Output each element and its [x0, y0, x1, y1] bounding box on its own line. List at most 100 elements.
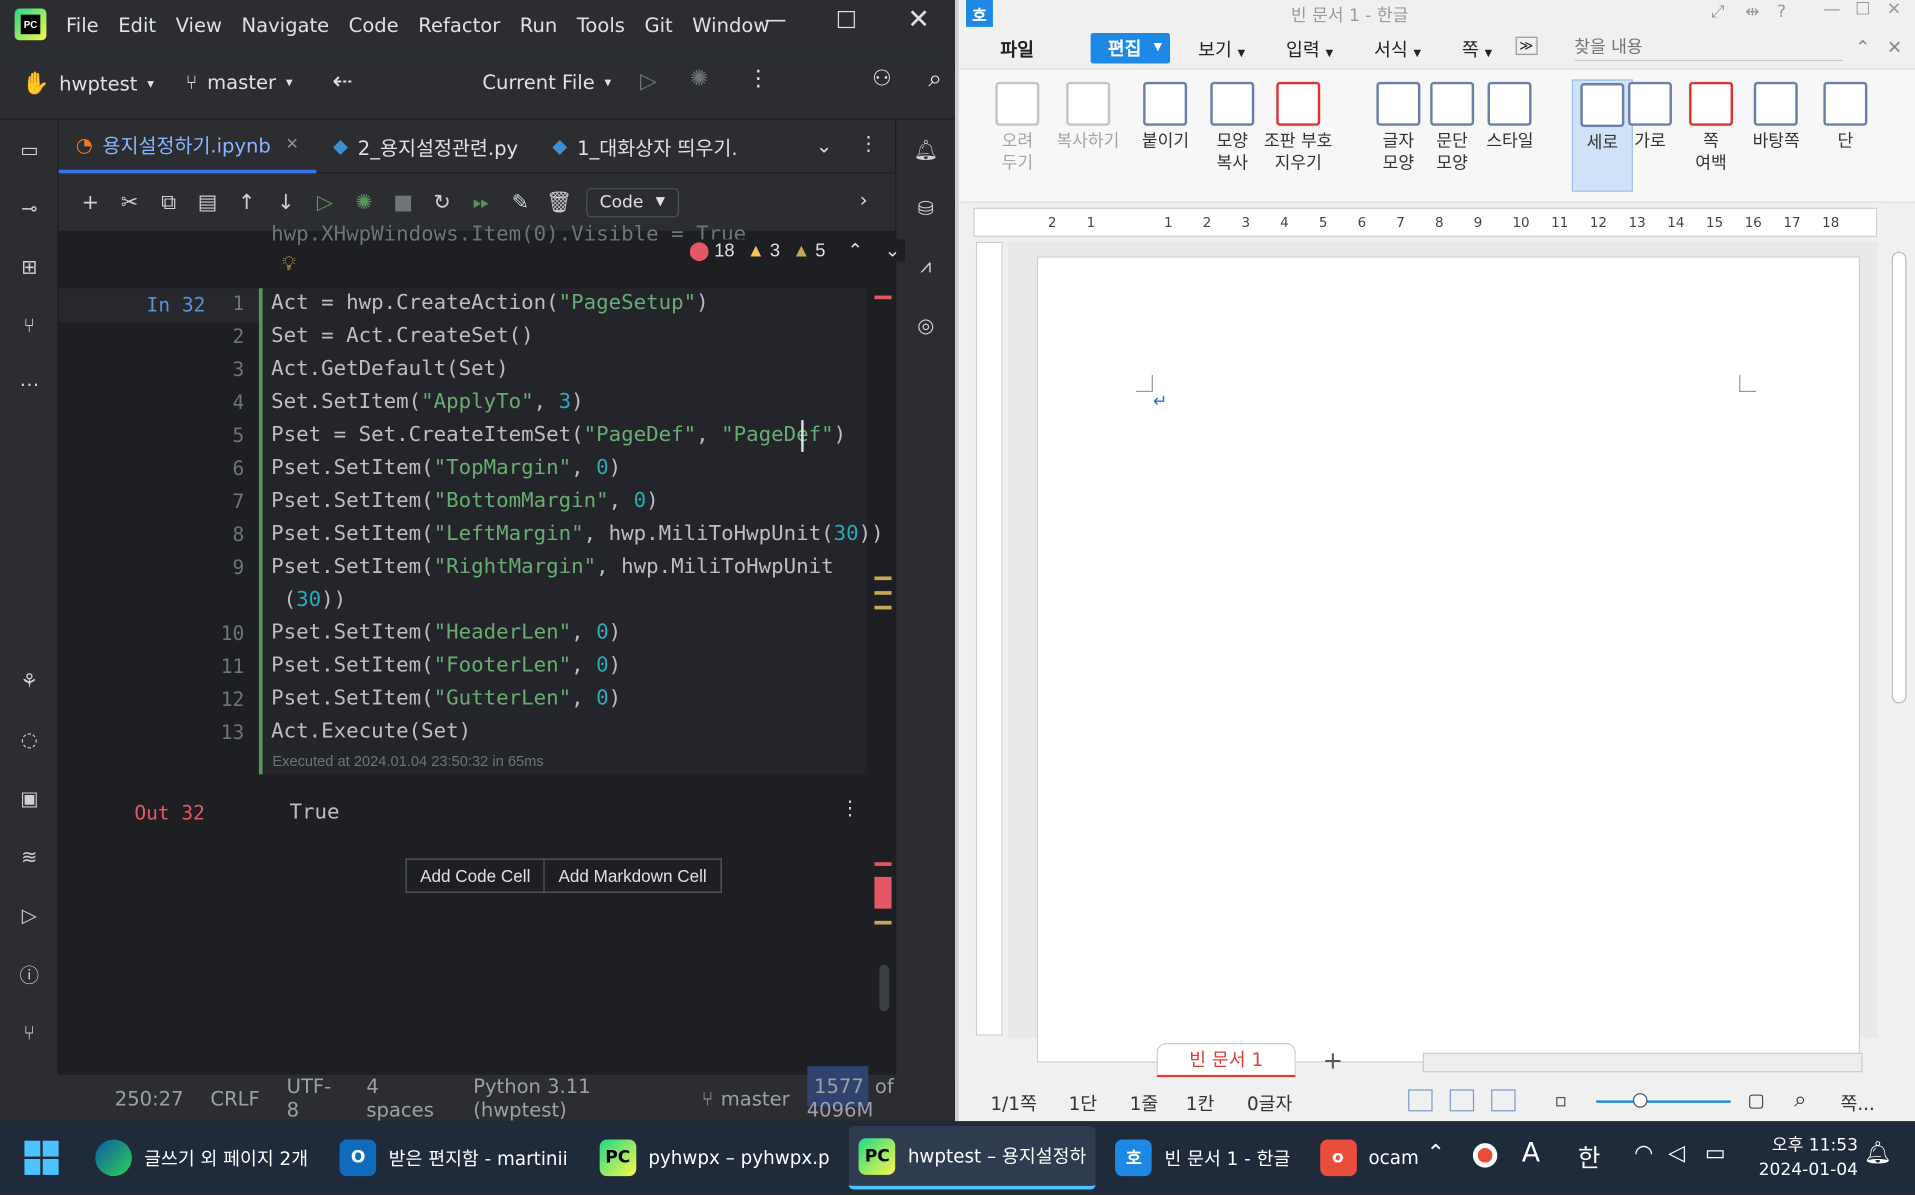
- close-icon[interactable]: ✕: [1887, 37, 1902, 59]
- document-page[interactable]: ↵: [1036, 256, 1861, 1063]
- caret-position[interactable]: 250:27: [115, 1086, 184, 1109]
- file-encoding[interactable]: UTF-8: [287, 1075, 340, 1121]
- tabs-more-icon[interactable]: ⋮: [859, 132, 879, 155]
- add-cell-icon[interactable]: +: [71, 183, 110, 222]
- structure-icon[interactable]: ⊞: [0, 237, 59, 296]
- master-page-button[interactable]: 바탕쪽: [1753, 81, 1800, 153]
- zoom-in-icon[interactable]: ▢: [1748, 1089, 1765, 1111]
- taskbar-edge[interactable]: 글쓰기 외 페이지 2개: [85, 1121, 317, 1194]
- split-icon[interactable]: ⇹: [1745, 2, 1759, 22]
- help-icon[interactable]: ?: [1777, 2, 1786, 22]
- clear-markup-button[interactable]: 조판 부호 지우기: [1264, 81, 1332, 175]
- folder-icon[interactable]: ▭: [0, 120, 59, 179]
- terminal-icon[interactable]: ▣: [0, 768, 59, 827]
- zoom-search-icon[interactable]: ⌕: [1794, 1087, 1806, 1113]
- run-icon[interactable]: ▷: [640, 68, 657, 94]
- jupyter-icon[interactable]: ◌: [0, 710, 59, 769]
- horizontal-ruler[interactable]: 2 1 1 2 3 4 5 6 7 8 9 10 11 12 13 14 15 16 17 18: [973, 207, 1878, 237]
- branch-widget[interactable]: ⑂ master ▾: [186, 71, 293, 94]
- portrait-button[interactable]: 세로: [1571, 79, 1633, 192]
- vertical-ruler[interactable]: [975, 241, 1003, 1036]
- restart-icon[interactable]: ↻: [423, 183, 462, 222]
- vertical-scrollbar[interactable]: [1886, 202, 1914, 1046]
- ime-indicator[interactable]: 한: [1578, 1138, 1600, 1173]
- menu-edit[interactable]: Edit: [118, 13, 156, 36]
- notifications-icon[interactable]: 🔔︎: [896, 120, 955, 179]
- memory-indicator[interactable]: 1577 of 4096M: [806, 1066, 955, 1121]
- close-button[interactable]: ✕: [1887, 0, 1901, 20]
- copy-icon[interactable]: ⧉: [149, 183, 188, 222]
- view-width-icon[interactable]: [1449, 1089, 1475, 1112]
- page-margin-button[interactable]: 쪽 여백: [1689, 81, 1734, 175]
- code-line[interactable]: Pset.SetItem("GutterLen", 0): [271, 686, 621, 710]
- menu-more-icon[interactable]: ≫: [1515, 36, 1538, 55]
- git-icon[interactable]: ⑂: [0, 1003, 59, 1062]
- battery-icon[interactable]: ▭: [1705, 1141, 1726, 1167]
- debug-icon[interactable]: ✺: [690, 66, 708, 92]
- code-line[interactable]: Pset.SetItem("HeaderLen", 0): [271, 620, 621, 644]
- menu-view[interactable]: 보기 ▼: [1198, 37, 1245, 63]
- tab-py-2[interactable]: ◆ 2_용지설정관련.py: [316, 119, 535, 173]
- fullscreen-icon[interactable]: ⤢: [1711, 2, 1725, 22]
- code-line[interactable]: Set = Act.CreateSet(): [271, 324, 534, 348]
- menu-file[interactable]: 파일: [1000, 37, 1034, 63]
- run-all-icon[interactable]: ⏩︎: [462, 183, 501, 222]
- zoom-slider[interactable]: [1596, 1093, 1731, 1108]
- minimize-button[interactable]: —: [765, 7, 787, 33]
- horizontal-scrollbar[interactable]: [1422, 1052, 1863, 1073]
- style-button[interactable]: 스타일: [1486, 81, 1534, 153]
- new-tab-icon[interactable]: +: [1323, 1045, 1343, 1074]
- menu-code[interactable]: Code: [349, 13, 399, 36]
- chevron-down-icon[interactable]: ⌄: [816, 134, 832, 157]
- code-line[interactable]: Act.GetDefault(Set): [271, 357, 509, 381]
- status-branch[interactable]: ⑂ master: [702, 1086, 790, 1109]
- debug-cell-icon[interactable]: ✺: [344, 183, 383, 222]
- taskbar-outlook[interactable]: O 받은 편지함 - martinii: [330, 1121, 577, 1194]
- maximize-button[interactable]: ☐: [1855, 0, 1870, 20]
- run-cell-icon[interactable]: ▷: [305, 183, 344, 222]
- commit-icon[interactable]: ⊸: [0, 178, 59, 237]
- problems-icon[interactable]: ⓘ: [0, 944, 59, 1003]
- output-more-icon[interactable]: ⋮: [840, 796, 860, 819]
- menu-window[interactable]: Window: [692, 13, 769, 36]
- notification-bell-icon[interactable]: 🔔︎: [1864, 1141, 1892, 1167]
- database-icon[interactable]: ⛁: [896, 178, 955, 237]
- menu-insert[interactable]: 입력 ▼: [1286, 37, 1333, 63]
- tray-chevron-icon[interactable]: ⌃: [1426, 1141, 1444, 1167]
- volume-icon[interactable]: ◁: [1668, 1141, 1685, 1167]
- clear-outputs-icon[interactable]: ✎: [501, 183, 540, 222]
- paste-button[interactable]: 붙이기: [1142, 81, 1189, 153]
- code-line[interactable]: Pset = Set.CreateItemSet("PageDef", "Pag…: [271, 423, 846, 447]
- wifi-icon[interactable]: ◠: [1634, 1141, 1653, 1167]
- code-line[interactable]: Pset.SetItem("LeftMargin", hwp.MiliToHwp…: [271, 521, 884, 545]
- zoom-label[interactable]: 쪽...: [1840, 1091, 1874, 1117]
- add-code-cell-button[interactable]: Add Code Cell: [405, 858, 546, 893]
- font-icon[interactable]: A: [1522, 1138, 1540, 1169]
- chevron-right-icon[interactable]: ›: [860, 188, 868, 211]
- menu-page[interactable]: 쪽 ▼: [1462, 37, 1492, 63]
- notebook-editor[interactable]: hwp.XHwpWindows.Item(0).Visible = True ⬤…: [58, 222, 906, 1075]
- delete-icon[interactable]: 🗑︎: [540, 183, 579, 222]
- taskbar-pycharm-2[interactable]: PC hwptest – 용지설정하: [849, 1126, 1097, 1190]
- chevron-up-icon[interactable]: ⌃: [847, 239, 862, 262]
- menu-file[interactable]: File: [66, 13, 99, 36]
- code-line[interactable]: Pset.SetItem("RightMargin", hwp.MiliToHw…: [271, 554, 834, 578]
- record-icon[interactable]: [1472, 1143, 1498, 1168]
- document-area[interactable]: ↵: [1007, 241, 1878, 1063]
- cut-icon[interactable]: ✂: [110, 183, 149, 222]
- taskbar-ocam[interactable]: o ocam: [1310, 1121, 1429, 1194]
- move-up-icon[interactable]: ↑: [227, 183, 266, 222]
- clock[interactable]: 오후 11:53 2024-01-04: [1759, 1133, 1858, 1182]
- interpreter[interactable]: Python 3.11 (hwptest): [473, 1075, 675, 1121]
- char-shape-button[interactable]: 글자 모양: [1376, 81, 1421, 175]
- zoom-out-icon[interactable]: ▫: [1555, 1089, 1567, 1111]
- line-separator[interactable]: CRLF: [210, 1086, 259, 1109]
- scroll-thumb[interactable]: [1891, 251, 1907, 704]
- chevron-up-icon[interactable]: ⌃: [1855, 37, 1870, 59]
- close-button[interactable]: ✕: [907, 5, 930, 36]
- cut-button[interactable]: 오려 두기: [995, 81, 1040, 175]
- minimize-button[interactable]: —: [1823, 0, 1840, 20]
- search-icon[interactable]: ⌕: [928, 64, 942, 93]
- zoom-slider-thumb[interactable]: [1632, 1093, 1648, 1108]
- add-user-icon[interactable]: ⚇: [872, 66, 892, 92]
